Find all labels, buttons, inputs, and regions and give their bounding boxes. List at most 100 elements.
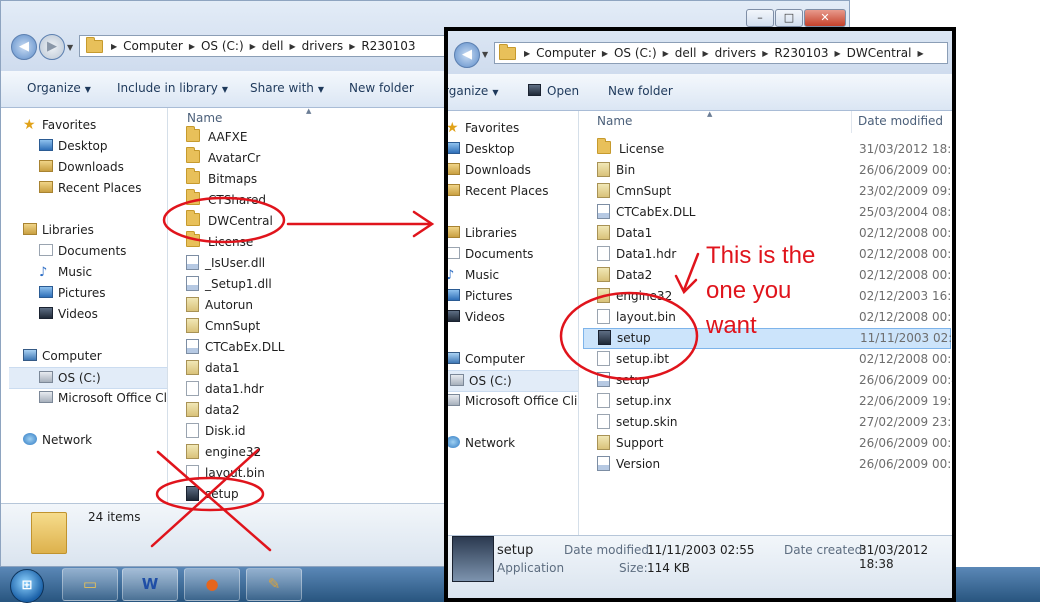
breadcrumb-dell[interactable]: dell bbox=[258, 39, 288, 53]
share-with-button[interactable]: Share with ▼ bbox=[250, 81, 324, 95]
nav-network[interactable]: Network bbox=[23, 430, 92, 450]
start-orb-icon[interactable]: ⊞ bbox=[10, 569, 44, 603]
nav-downloads[interactable]: Downloads bbox=[39, 157, 124, 177]
file-name: setup.ibt bbox=[616, 352, 670, 366]
explorer-window-dwcentral: ◀ ▼ ▶ Computer ▶ OS (C:) ▶ dell ▶ driver… bbox=[444, 27, 956, 602]
nav-microsoft-office[interactable]: Microsoft Office Clic bbox=[39, 388, 167, 408]
nav-computer[interactable]: Computer bbox=[448, 349, 525, 369]
file-row[interactable]: setup.skin 27/02/2009 23:59 bbox=[583, 412, 952, 433]
nav-music[interactable]: ♪ Music bbox=[448, 265, 499, 285]
paint-icon[interactable]: ✎ bbox=[246, 568, 302, 601]
file-name: CmnSupt bbox=[616, 184, 672, 198]
nav-downloads[interactable]: Downloads bbox=[448, 160, 531, 180]
nav-label: Network bbox=[42, 433, 93, 447]
new-folder-button[interactable]: New folder bbox=[608, 84, 673, 98]
minimize-button[interactable]: – bbox=[746, 9, 774, 27]
chevron-right-icon: ▶ bbox=[289, 41, 296, 51]
file-name: Bin bbox=[616, 163, 636, 177]
organize-button[interactable]: Organize ▼ bbox=[27, 81, 91, 95]
nav-microsoft-office[interactable]: Microsoft Office Clic bbox=[448, 391, 578, 411]
nav-documents[interactable]: Documents bbox=[448, 244, 533, 264]
file-row[interactable]: _Setup1.dll bbox=[172, 274, 446, 295]
file-row[interactable]: setup 26/06/2009 00:46 bbox=[583, 370, 952, 391]
file-row[interactable]: Support 26/06/2009 00:32 bbox=[583, 433, 952, 454]
breadcrumb-drivers[interactable]: drivers bbox=[298, 39, 348, 53]
nav-libraries[interactable]: Libraries bbox=[448, 223, 517, 243]
file-row[interactable]: License 31/03/2012 18:38 bbox=[583, 138, 952, 160]
forward-button[interactable]: ▶ bbox=[39, 34, 65, 60]
file-row[interactable]: data2 bbox=[172, 400, 446, 421]
nav-pictures[interactable]: Pictures bbox=[39, 283, 106, 303]
column-header-name[interactable]: Name bbox=[187, 111, 222, 125]
breadcrumb-os-c[interactable]: OS (C:) bbox=[197, 39, 248, 53]
file-row[interactable]: setup.inx 22/06/2009 19:30 bbox=[583, 391, 952, 412]
file-row[interactable]: License bbox=[172, 231, 446, 253]
firefox-icon[interactable]: ● bbox=[184, 568, 240, 601]
file-row[interactable]: CTCabEx.DLL bbox=[172, 337, 446, 358]
nav-videos[interactable]: Videos bbox=[39, 304, 98, 324]
nav-recent-places[interactable]: Recent Places bbox=[448, 181, 548, 201]
file-row[interactable]: setup bbox=[172, 484, 446, 504]
nav-os-c[interactable]: OS (C:) bbox=[448, 370, 578, 392]
back-button[interactable]: ◀ bbox=[11, 34, 37, 60]
file-row[interactable]: CTShared bbox=[172, 189, 446, 211]
breadcrumb-computer[interactable]: Computer bbox=[532, 46, 600, 60]
back-button[interactable]: ◀ bbox=[454, 42, 480, 68]
address-bar[interactable]: ▶ Computer ▶ OS (C:) ▶ dell ▶ drivers ▶ … bbox=[494, 42, 948, 64]
address-bar[interactable]: ▶ Computer ▶ OS (C:) ▶ dell ▶ drivers ▶ … bbox=[79, 35, 449, 57]
include-in-library-button[interactable]: Include in library ▼ bbox=[117, 81, 228, 95]
nav-videos[interactable]: Videos bbox=[448, 307, 505, 327]
file-row[interactable]: setup.ibt 02/12/2008 00:33 bbox=[583, 349, 952, 370]
nav-libraries[interactable]: Libraries bbox=[23, 220, 94, 240]
breadcrumb-computer[interactable]: Computer bbox=[119, 39, 187, 53]
file-row[interactable]: data1.hdr bbox=[172, 379, 446, 400]
nav-favorites[interactable]: ★ Favorites bbox=[23, 115, 96, 135]
breadcrumb-r230103[interactable]: R230103 bbox=[770, 46, 832, 60]
file-row[interactable]: Version 26/06/2009 00:33 bbox=[583, 454, 952, 475]
nav-computer[interactable]: Computer bbox=[23, 346, 102, 366]
column-header-name[interactable]: Name bbox=[597, 114, 632, 128]
recent-pages-dropdown-icon[interactable]: ▼ bbox=[482, 50, 488, 59]
file-row[interactable]: Bitmaps bbox=[172, 168, 446, 190]
breadcrumb-dwcentral[interactable]: DWCentral bbox=[843, 46, 916, 60]
column-divider[interactable] bbox=[851, 111, 852, 133]
recent-pages-dropdown-icon[interactable]: ▼ bbox=[67, 43, 73, 52]
file-row[interactable]: Autorun bbox=[172, 295, 446, 316]
file-row[interactable]: Disk.id bbox=[172, 421, 446, 442]
word-icon[interactable]: W bbox=[122, 568, 178, 601]
file-row[interactable]: data1 bbox=[172, 358, 446, 379]
nav-pictures[interactable]: Pictures bbox=[448, 286, 513, 306]
maximize-button[interactable]: □ bbox=[775, 9, 803, 27]
nav-recent-places[interactable]: Recent Places bbox=[39, 178, 141, 198]
open-button[interactable]: Open bbox=[528, 84, 579, 98]
file-row[interactable]: AvatarCr bbox=[172, 147, 446, 169]
new-folder-button[interactable]: New folder bbox=[349, 81, 414, 95]
nav-os-c[interactable]: OS (C:) bbox=[9, 367, 167, 389]
close-button[interactable]: ✕ bbox=[804, 9, 846, 27]
file-row[interactable]: engine32 bbox=[172, 442, 446, 463]
nav-label: Desktop bbox=[465, 142, 515, 156]
file-row[interactable]: layout.bin bbox=[172, 463, 446, 484]
nav-documents[interactable]: Documents bbox=[39, 241, 126, 261]
breadcrumb-dell[interactable]: dell bbox=[671, 46, 701, 60]
breadcrumb-drivers[interactable]: drivers bbox=[711, 46, 761, 60]
file-row[interactable]: CmnSupt 23/02/2009 09:23 bbox=[583, 181, 952, 202]
nav-desktop[interactable]: Desktop bbox=[39, 136, 108, 156]
breadcrumb-os-c[interactable]: OS (C:) bbox=[610, 46, 661, 60]
nav-favorites[interactable]: ★ Favorites bbox=[448, 118, 519, 138]
explorer-icon[interactable]: ▭ bbox=[62, 568, 118, 601]
folder-icon bbox=[186, 168, 200, 184]
nav-music[interactable]: ♪ Music bbox=[39, 262, 92, 282]
file-row[interactable]: DWCentral bbox=[172, 210, 446, 232]
file-row[interactable]: CTCabEx.DLL 25/03/2004 08:10 bbox=[583, 202, 952, 223]
file-row[interactable]: Bin 26/06/2009 00:33 bbox=[583, 160, 952, 181]
organize-button[interactable]: rganize ▼ bbox=[448, 84, 498, 98]
file-row[interactable]: AAFXE bbox=[172, 126, 446, 148]
nav-network[interactable]: Network bbox=[448, 433, 515, 453]
file-row[interactable]: _IsUser.dll bbox=[172, 253, 446, 274]
breadcrumb-r230103[interactable]: R230103 bbox=[357, 39, 419, 53]
file-row[interactable]: CmnSupt bbox=[172, 316, 446, 337]
nav-label: Network bbox=[465, 436, 516, 450]
column-header-date-modified[interactable]: Date modified bbox=[858, 114, 943, 128]
nav-desktop[interactable]: Desktop bbox=[448, 139, 515, 159]
